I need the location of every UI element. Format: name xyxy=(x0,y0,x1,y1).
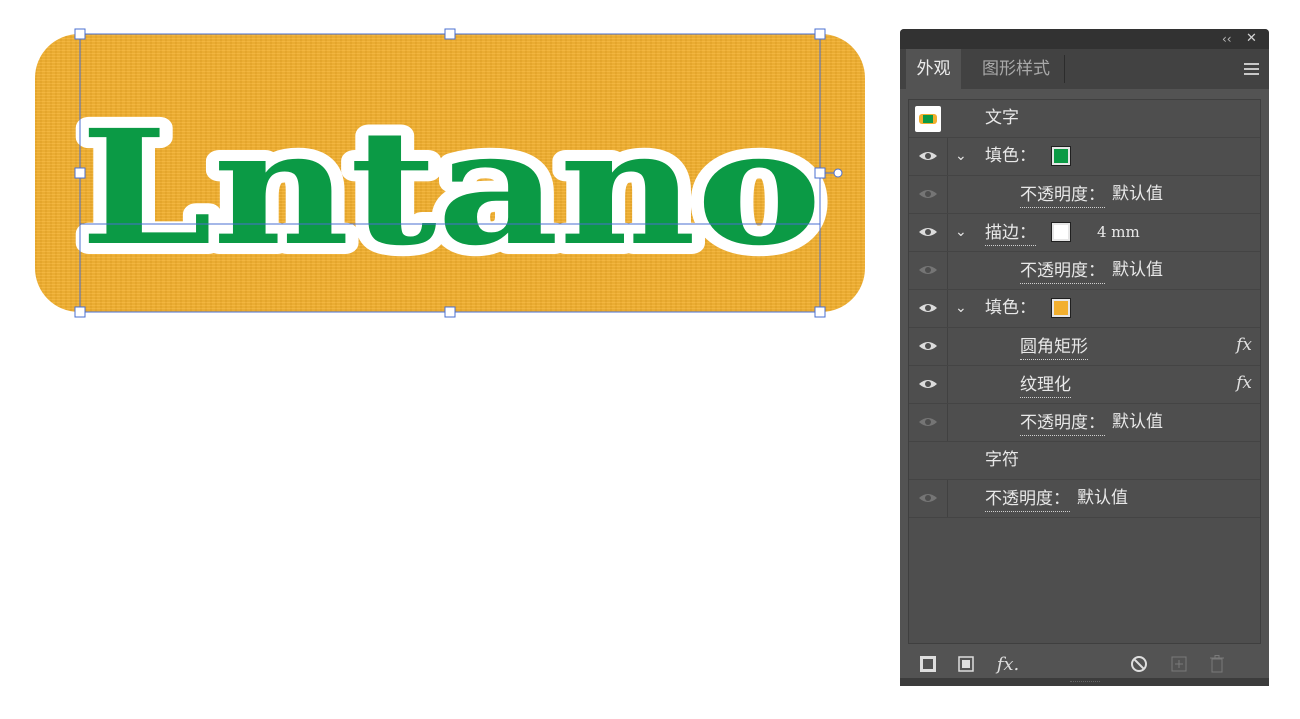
appearance-row-effect-rounded-rect[interactable]: 圆角矩形 fx xyxy=(909,328,1260,366)
handle-bottom-center[interactable] xyxy=(444,306,456,318)
opacity-value: 默认值 xyxy=(1112,260,1163,280)
tab-divider xyxy=(1064,55,1065,83)
chevron-down-icon[interactable]: ⌄ xyxy=(955,300,967,316)
visibility-toggle[interactable] xyxy=(909,214,948,251)
opacity-link[interactable]: 不透明度： xyxy=(1020,411,1105,436)
visibility-toggle[interactable] xyxy=(909,290,948,327)
visibility-toggle[interactable] xyxy=(909,366,948,403)
visibility-toggle[interactable] xyxy=(909,176,948,213)
appearance-row-stroke-opacity[interactable]: 不透明度： 默认值 xyxy=(909,252,1260,290)
fill-label: 填色： xyxy=(985,298,1036,318)
panel-resize-grip[interactable] xyxy=(900,678,1269,686)
handle-top-left[interactable] xyxy=(74,28,86,40)
fill-swatch-green[interactable] xyxy=(1051,146,1071,166)
stroke-swatch-white[interactable] xyxy=(1051,222,1071,242)
visibility-toggle[interactable] xyxy=(909,138,948,175)
opacity-value: 默认值 xyxy=(1112,412,1163,432)
tab-appearance[interactable]: 外观 xyxy=(906,49,961,89)
add-stroke-icon[interactable] xyxy=(918,649,938,679)
opacity-link[interactable]: 不透明度： xyxy=(985,487,1070,512)
eye-icon xyxy=(919,190,937,198)
stroke-weight-value[interactable]: 4 mm xyxy=(1097,214,1140,251)
visibility-toggle[interactable] xyxy=(909,480,948,517)
panel-title-strip: ‹‹ ✕ xyxy=(900,29,1269,49)
hamburger-icon[interactable] xyxy=(1244,63,1259,75)
appearance-row-stroke[interactable]: ⌄ 描边： 4 mm xyxy=(909,214,1260,252)
eye-icon xyxy=(919,380,937,388)
artwork-svg: Lntano Lntano xyxy=(69,28,843,318)
appearance-row-characters[interactable]: 字符 xyxy=(909,442,1260,480)
handle-bottom-left[interactable] xyxy=(74,306,86,318)
appearance-row-effect-texturizer[interactable]: 纹理化 fx xyxy=(909,366,1260,404)
appearance-row-fill2-opacity[interactable]: 不透明度： 默认值 xyxy=(909,404,1260,442)
collapse-icon[interactable]: ‹‹ xyxy=(1222,30,1232,48)
close-icon[interactable]: ✕ xyxy=(1246,30,1257,48)
appearance-row-header[interactable]: 文字 xyxy=(909,100,1260,138)
object-type-label: 文字 xyxy=(985,108,1019,128)
visibility-toggle[interactable] xyxy=(909,328,948,365)
opacity-value: 默认值 xyxy=(1077,488,1128,508)
effect-link-texturizer[interactable]: 纹理化 xyxy=(1020,373,1071,398)
visibility-toggle[interactable] xyxy=(909,404,948,441)
word-fill[interactable]: Lntano xyxy=(80,96,822,281)
text-thumbnail-icon xyxy=(915,106,941,132)
effect-link-rounded-rectangle[interactable]: 圆角矩形 xyxy=(1020,335,1088,360)
opacity-link[interactable]: 不透明度： xyxy=(1020,259,1105,284)
eye-icon xyxy=(919,304,937,312)
appearance-panel: ‹‹ ✕ 外观 图形样式 文字 ⌄ 填色： 不透明度： 默认值 ⌄ 描边： 4 … xyxy=(900,29,1269,686)
appearance-list: 文字 ⌄ 填色： 不透明度： 默认值 ⌄ 描边： 4 mm 不透明度： 默认值 … xyxy=(908,99,1261,644)
visibility-toggle[interactable] xyxy=(909,252,948,289)
eye-icon xyxy=(919,342,937,350)
appearance-row-fill-green[interactable]: ⌄ 填色： xyxy=(909,138,1260,176)
fill-label: 填色： xyxy=(985,146,1036,166)
eye-icon xyxy=(919,266,937,274)
appearance-row-fill-opacity[interactable]: 不透明度： 默认值 xyxy=(909,176,1260,214)
handle-middle-right[interactable] xyxy=(814,167,826,179)
panel-bottom-toolbar: fx. xyxy=(900,649,1269,679)
duplicate-item-icon[interactable] xyxy=(1169,649,1189,679)
appearance-row-object-opacity[interactable]: 不透明度： 默认值 xyxy=(909,480,1260,518)
add-effect-icon[interactable]: fx. xyxy=(994,649,1022,679)
stroke-link[interactable]: 描边： xyxy=(985,221,1036,246)
artboard: Lntano Lntano xyxy=(0,0,890,719)
opacity-link[interactable]: 不透明度： xyxy=(1020,183,1105,208)
handle-top-right[interactable] xyxy=(814,28,826,40)
eye-icon xyxy=(919,418,937,426)
add-fill-icon[interactable] xyxy=(956,649,976,679)
tab-graphic-styles[interactable]: 图形样式 xyxy=(968,49,1064,89)
chevron-down-icon[interactable]: ⌄ xyxy=(955,148,967,164)
eye-icon xyxy=(919,152,937,160)
fill-swatch-orange[interactable] xyxy=(1051,298,1071,318)
characters-label: 字符 xyxy=(985,450,1019,470)
handle-bottom-right[interactable] xyxy=(814,306,826,318)
clear-appearance-icon[interactable] xyxy=(1129,649,1149,679)
fx-icon[interactable]: fx xyxy=(1236,373,1252,393)
delete-item-icon[interactable] xyxy=(1207,649,1227,679)
panel-tab-bar: 外观 图形样式 xyxy=(900,49,1269,89)
rotation-handle[interactable] xyxy=(833,168,843,178)
appearance-row-fill-orange[interactable]: ⌄ 填色： xyxy=(909,290,1260,328)
eye-icon xyxy=(919,228,937,236)
fx-icon[interactable]: fx xyxy=(1236,335,1252,355)
opacity-value: 默认值 xyxy=(1112,184,1163,204)
chevron-down-icon[interactable]: ⌄ xyxy=(955,224,967,240)
handle-top-center[interactable] xyxy=(444,28,456,40)
handle-middle-left[interactable] xyxy=(74,167,86,179)
eye-icon xyxy=(919,494,937,502)
